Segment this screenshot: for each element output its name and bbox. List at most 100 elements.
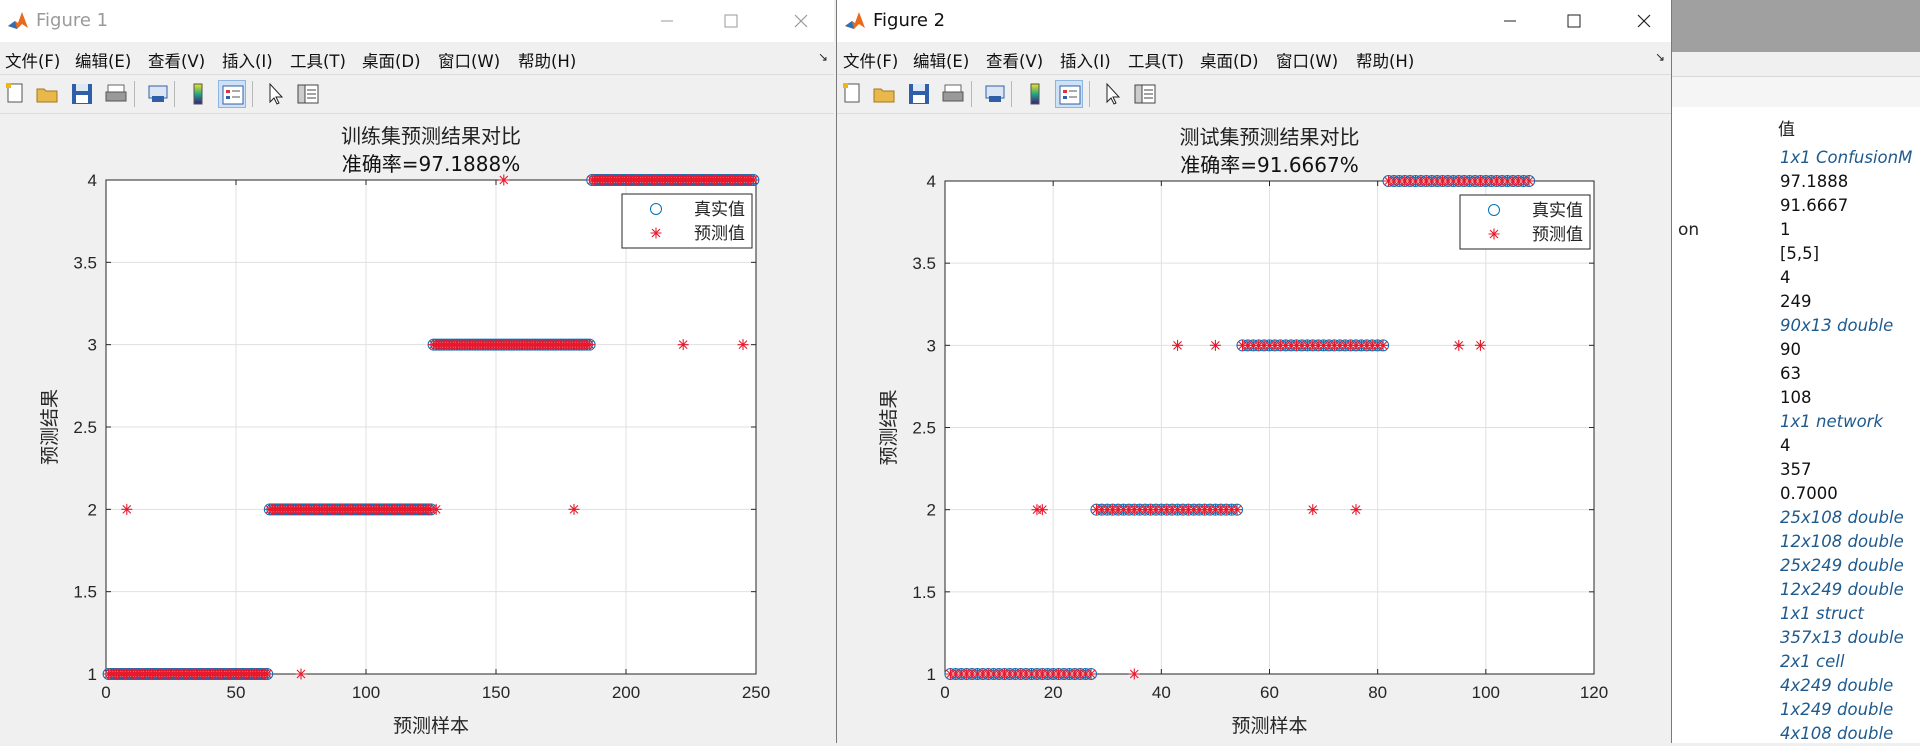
menu-help[interactable]: 帮助(H) [1356, 48, 1414, 72]
predicted-point [295, 668, 307, 680]
workspace-value[interactable]: 91.6667 [1780, 194, 1912, 218]
new-figure-icon[interactable] [2, 80, 30, 108]
workspace-value[interactable]: 4 [1780, 266, 1912, 290]
link-plot-icon[interactable] [981, 80, 1009, 108]
workspace-value[interactable]: 1x1 struct [1780, 602, 1912, 626]
workspace-value[interactable]: 1x1 network [1780, 410, 1912, 434]
workspace-value[interactable]: 249 [1780, 290, 1912, 314]
workspace-value[interactable]: 97.1888 [1780, 170, 1912, 194]
predicted-point [1523, 175, 1535, 187]
close-button[interactable] [778, 0, 824, 42]
workspace-value[interactable]: [5,5] [1780, 242, 1912, 266]
workspace-value[interactable]: 108 [1780, 386, 1912, 410]
workspace-topbar [1672, 0, 1920, 52]
menu-file[interactable]: 文件(F) [5, 48, 60, 72]
menu-tools[interactable]: 工具(T) [1128, 48, 1184, 72]
x-tick-label: 0 [101, 683, 110, 702]
workspace-value[interactable]: 2x1 cell [1780, 650, 1912, 674]
menu-desktop[interactable]: 桌面(D) [362, 48, 421, 72]
predicted-point [1209, 339, 1221, 351]
workspace-value[interactable]: 12x108 double [1780, 530, 1912, 554]
save-icon[interactable] [905, 80, 933, 108]
title-bar[interactable]: Figure 1 [0, 0, 834, 42]
predicted-point [568, 503, 580, 515]
menu-edit[interactable]: 编辑(E) [913, 48, 969, 72]
workspace-value[interactable]: 357x13 double [1780, 626, 1912, 650]
menu-edit[interactable]: 编辑(E) [75, 48, 131, 72]
workspace-value[interactable]: 1x1 ConfusionM [1780, 146, 1912, 170]
dock-arrow-icon[interactable]: ↘ [818, 50, 828, 64]
workspace-value[interactable]: 4x108 double [1780, 722, 1912, 746]
workspace-value[interactable]: 25x249 double [1780, 554, 1912, 578]
menu-insert[interactable]: 插入(I) [1060, 48, 1111, 72]
menu-help[interactable]: 帮助(H) [518, 48, 576, 72]
workspace-value[interactable]: 90 [1780, 338, 1912, 362]
open-file-icon[interactable] [34, 80, 62, 108]
legend-icon[interactable] [1055, 80, 1083, 108]
menu-insert[interactable]: 插入(I) [222, 48, 273, 72]
x-tick-label: 80 [1368, 683, 1387, 702]
pointer-icon[interactable] [262, 80, 290, 108]
workspace-value-header[interactable]: 值 [1778, 115, 1795, 140]
maximize-button[interactable] [708, 0, 754, 42]
legend-icon[interactable] [218, 80, 246, 108]
predicted-point [1128, 668, 1140, 680]
workspace-value[interactable]: 1x249 double [1780, 698, 1912, 722]
toolbar-separator [134, 81, 135, 107]
figure-toolbar [0, 74, 834, 114]
print-icon[interactable] [102, 80, 130, 108]
window-title: Figure 1 [36, 10, 109, 31]
workspace-value[interactable]: 90x13 double [1780, 314, 1912, 338]
toolbar-separator [252, 81, 253, 107]
workspace-value[interactable]: 4 [1780, 434, 1912, 458]
workspace-value[interactable]: 63 [1780, 362, 1912, 386]
y-tick-label: 3 [927, 336, 936, 355]
minimize-button[interactable] [644, 0, 690, 42]
link-plot-icon[interactable] [144, 80, 172, 108]
property-editor-icon[interactable] [294, 80, 322, 108]
chart-subtitle: 准确率=97.1888% [342, 152, 520, 176]
colorbar-icon[interactable] [184, 80, 212, 108]
predicted-point [1172, 339, 1184, 351]
property-editor-icon[interactable] [1131, 80, 1159, 108]
y-axis-label: 预测结果 [878, 389, 900, 465]
menu-window[interactable]: 窗口(W) [1276, 48, 1338, 72]
workspace-value[interactable]: 1 [1780, 218, 1912, 242]
menu-view[interactable]: 查看(V) [148, 48, 205, 72]
colorbar-icon[interactable] [1021, 80, 1049, 108]
print-icon[interactable] [939, 80, 967, 108]
predicted-point [1231, 504, 1243, 516]
menu-window[interactable]: 窗口(W) [438, 48, 500, 72]
close-button[interactable] [1621, 0, 1667, 42]
title-bar[interactable]: Figure 2 [837, 0, 1671, 42]
legend-true-label: 真实值 [694, 200, 745, 220]
open-file-icon[interactable] [871, 80, 899, 108]
menu-file[interactable]: 文件(F) [843, 48, 898, 72]
workspace-value[interactable]: 12x249 double [1780, 578, 1912, 602]
minimize-button[interactable] [1487, 0, 1533, 42]
new-figure-icon[interactable] [839, 80, 867, 108]
x-tick-label: 40 [1152, 683, 1171, 702]
x-tick-label: 120 [1580, 683, 1608, 702]
workspace-value-list: 1x1 ConfusionM 97.1888 91.6667 1 [5,5] 4 249 90… [1780, 146, 1912, 746]
menu-bar: 文件(F) 编辑(E) 查看(V) 插入(I) 工具(T) 桌面(D) 窗口(W… [0, 44, 834, 72]
dock-arrow-icon[interactable]: ↘ [1655, 50, 1665, 64]
workspace-value[interactable]: 25x108 double [1780, 506, 1912, 530]
predicted-point [584, 339, 596, 351]
y-tick-label: 1 [927, 665, 936, 684]
menu-view[interactable]: 查看(V) [986, 48, 1043, 72]
predicted-point [747, 174, 759, 186]
matlab-logo-icon [7, 10, 29, 32]
maximize-button[interactable] [1551, 0, 1597, 42]
pointer-icon[interactable] [1099, 80, 1127, 108]
save-icon[interactable] [68, 80, 96, 108]
predicted-point [121, 503, 133, 515]
workspace-value[interactable]: 4x249 double [1780, 674, 1912, 698]
predicted-point [677, 339, 689, 351]
legend-pred-label: 预测值 [694, 224, 745, 244]
menu-tools[interactable]: 工具(T) [290, 48, 346, 72]
menu-desktop[interactable]: 桌面(D) [1200, 48, 1259, 72]
predicted-point [1350, 504, 1362, 516]
workspace-value[interactable]: 357 [1780, 458, 1912, 482]
workspace-value[interactable]: 0.7000 [1780, 482, 1912, 506]
